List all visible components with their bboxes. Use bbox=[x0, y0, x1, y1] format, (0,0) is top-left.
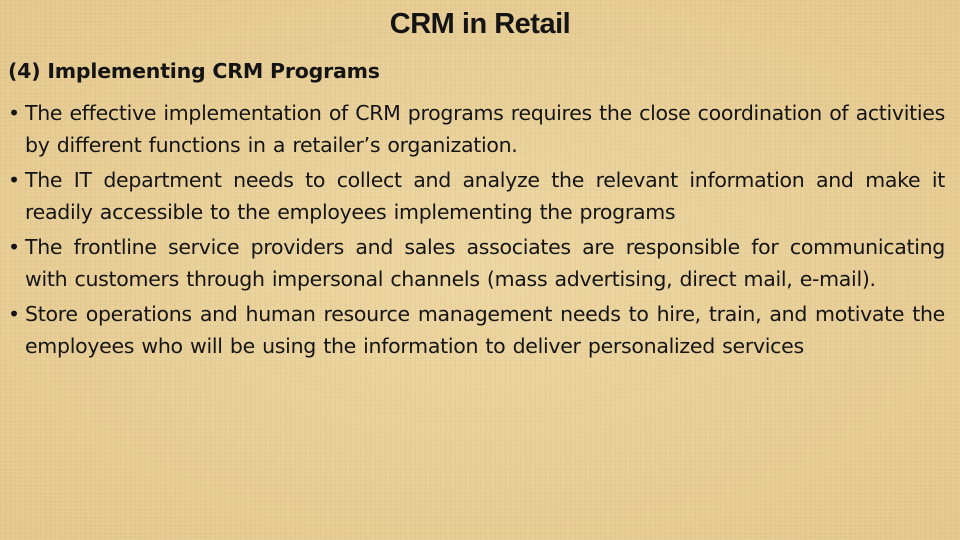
bullet-text: The IT department needs to collect and a… bbox=[25, 168, 945, 224]
bullet-item: • The IT department needs to collect and… bbox=[8, 165, 945, 228]
bullet-list: • The effective implementation of CRM pr… bbox=[8, 98, 945, 366]
bullet-item: • The effective implementation of CRM pr… bbox=[8, 98, 945, 161]
bullet-text: The effective implementation of CRM prog… bbox=[25, 101, 945, 157]
bullet-icon: • bbox=[8, 302, 20, 326]
bullet-icon: • bbox=[8, 168, 20, 192]
slide-title: CRM in Retail bbox=[0, 8, 960, 41]
bullet-icon: • bbox=[8, 101, 20, 125]
bullet-item: • The frontline service providers and sa… bbox=[8, 232, 945, 295]
bullet-text: Store operations and human resource mana… bbox=[25, 302, 945, 358]
section-heading: (4) Implementing CRM Programs bbox=[8, 59, 380, 83]
bullet-icon: • bbox=[8, 235, 20, 259]
bullet-item: • Store operations and human resource ma… bbox=[8, 299, 945, 362]
bullet-text: The frontline service providers and sale… bbox=[25, 235, 945, 291]
slide-title-text: CRM in Retail bbox=[389, 8, 571, 40]
